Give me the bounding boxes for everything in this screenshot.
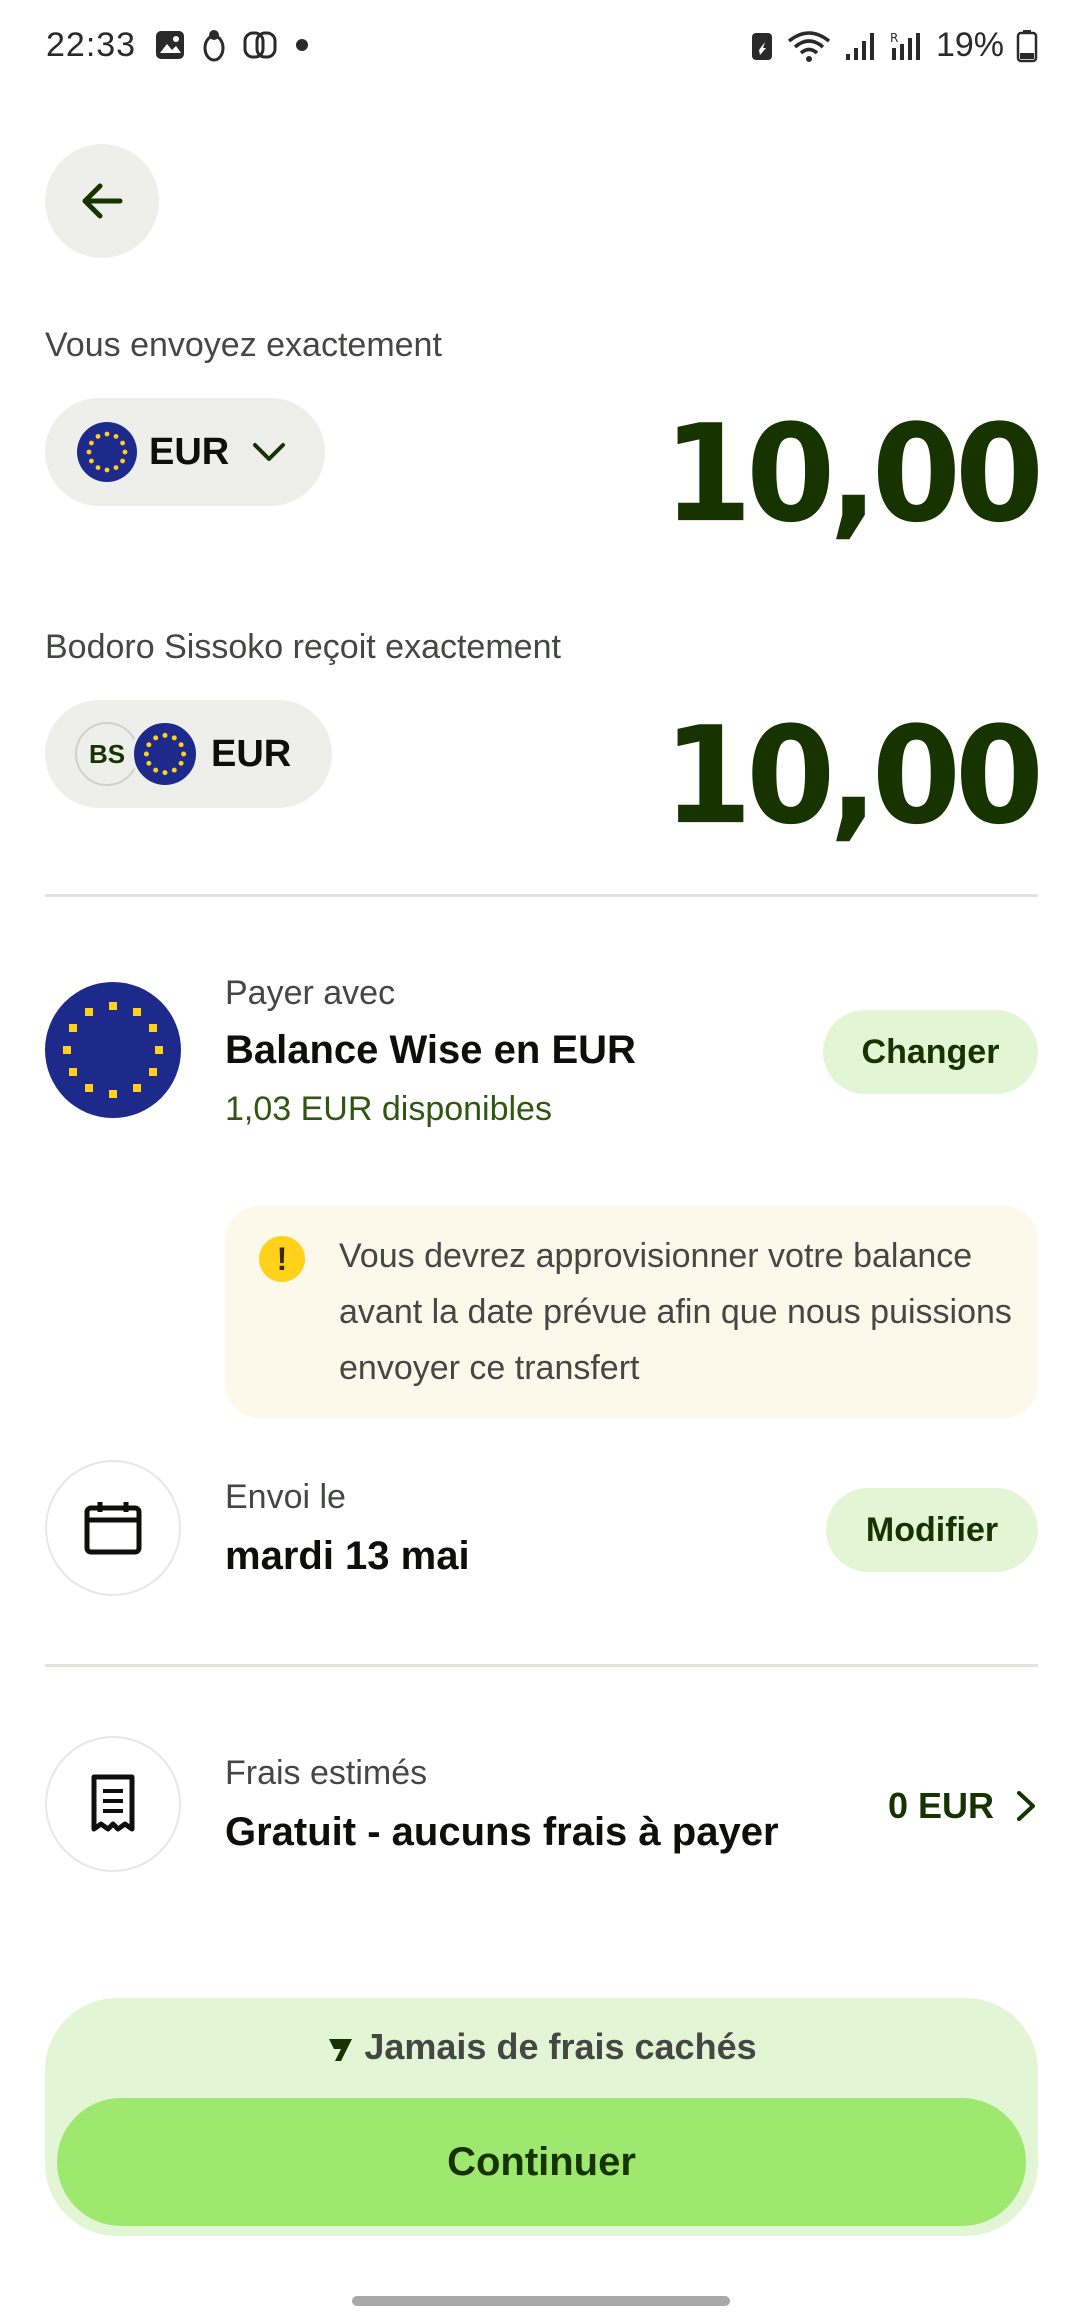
arrow-left-icon [82, 183, 123, 219]
gallery-icon [156, 31, 184, 59]
receive-label: Bodoro Sissoko reçoit exactement [45, 628, 561, 666]
wifi-icon [787, 30, 831, 62]
notification-app-icon [203, 30, 225, 62]
home-indicator[interactable] [352, 2296, 730, 2306]
status-bar: 22:33 R 19% [0, 0, 1080, 92]
balance-warning: ! Vous devrez approvisionner votre balan… [225, 1206, 1038, 1418]
send-currency-code: EUR [149, 430, 230, 473]
fees-value: Gratuit - aucuns frais à payer [225, 1810, 779, 1854]
recipient-avatar: BS [75, 722, 139, 786]
calendar-icon [84, 1502, 142, 1555]
change-button[interactable]: Changer [823, 1010, 1038, 1094]
signal-icon [845, 32, 874, 60]
no-hidden-fees: Jamais de frais cachés [45, 2026, 1038, 2068]
fees-details-button[interactable]: 0 EUR [888, 1780, 1038, 1832]
chevron-right-icon [1017, 1791, 1035, 1821]
modify-button[interactable]: Modifier [826, 1488, 1038, 1572]
recipient-initials: BS [88, 738, 126, 769]
eu-flag-icon [63, 1002, 163, 1098]
receipt-circle [45, 1736, 181, 1872]
send-currency-selector[interactable]: EUR [45, 398, 325, 506]
battery-icon [1016, 29, 1038, 62]
warning-icon: ! [259, 1236, 305, 1282]
fees-label: Frais estimés [225, 1754, 428, 1792]
pay-with-label: Payer avec [225, 974, 396, 1012]
warning-text: Vous devrez approvisionner votre balance… [339, 1237, 1012, 1387]
link-icon [243, 31, 277, 59]
receive-currency-code: EUR [211, 732, 292, 775]
eu-flag-icon [131, 720, 199, 788]
pay-with-flag [45, 982, 181, 1118]
receipt-icon [91, 1774, 135, 1832]
calendar-circle [45, 1460, 181, 1596]
send-date-value: mardi 13 mai [225, 1534, 470, 1578]
pay-with-available: 1,03 EUR disponibles [225, 1090, 552, 1128]
pay-with-method: Balance Wise en EUR [225, 1028, 636, 1072]
eu-flag-icon [77, 422, 137, 482]
receive-amount[interactable]: 10,00 [663, 698, 1044, 854]
fees-amount: 0 EUR [887, 1785, 994, 1826]
divider [45, 1664, 1038, 1667]
continue-button[interactable]: Continuer [57, 2098, 1026, 2226]
receive-currency-display: BS EUR [45, 700, 332, 808]
send-date-label: Envoi le [225, 1478, 346, 1516]
status-left-icons [154, 28, 312, 62]
battery-percent: 19% [935, 26, 1004, 64]
status-time: 22:33 [46, 26, 137, 64]
chevron-down-icon [253, 443, 286, 461]
status-right-icons: R 19% [750, 26, 1038, 65]
battery-saver-icon [751, 32, 772, 60]
send-amount[interactable]: 10,00 [663, 396, 1044, 552]
wise-logo-icon [329, 2039, 353, 2061]
divider [45, 894, 1038, 897]
signal-roaming-icon: R [890, 31, 920, 60]
dot-icon [296, 39, 308, 51]
send-label: Vous envoyez exactement [45, 326, 442, 364]
footer-panel: Jamais de frais cachés Continuer [45, 1998, 1038, 2236]
svg-text:R: R [890, 31, 898, 45]
back-button[interactable] [45, 144, 159, 258]
